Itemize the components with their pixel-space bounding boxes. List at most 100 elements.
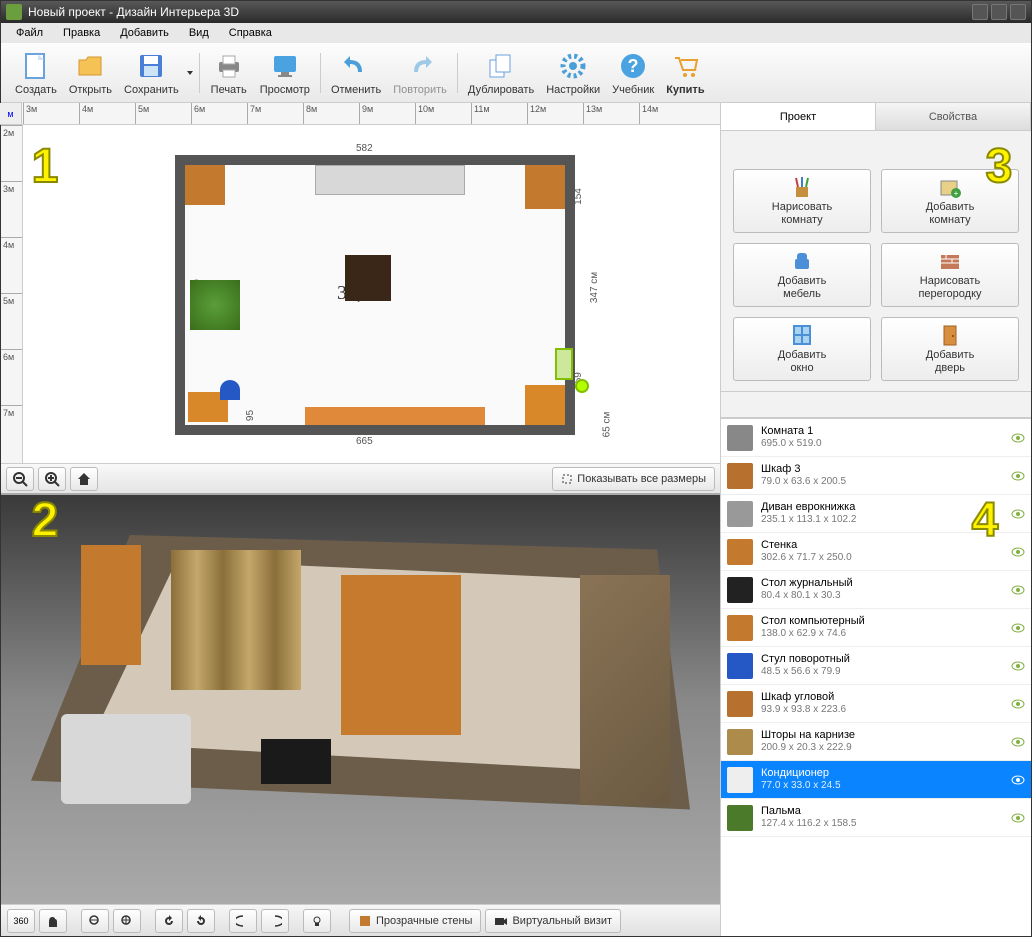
room-outline[interactable]: 582 347 см 32,52 665 154 159 65 см 489 9…: [175, 155, 575, 435]
item-name: Комната 1: [761, 425, 1011, 438]
visibility-eye-icon[interactable]: [1011, 813, 1025, 823]
furniture-corner-item[interactable]: [525, 385, 565, 425]
visibility-eye-icon[interactable]: [1011, 509, 1025, 519]
list-item[interactable]: Шторы на карнизе 200.9 x 20.3 x 222.9: [721, 723, 1031, 761]
visibility-eye-icon[interactable]: [1011, 775, 1025, 785]
tab-project[interactable]: Проект: [721, 103, 876, 130]
add-window-button[interactable]: Добавитьокно: [733, 317, 871, 381]
item-name: Пальма: [761, 805, 1011, 818]
camera-icon: [494, 914, 508, 928]
furniture-sofa[interactable]: [315, 165, 465, 195]
settings-button[interactable]: Настройки: [540, 48, 606, 98]
list-item[interactable]: Кондиционер 77.0 x 33.0 x 24.5: [721, 761, 1031, 799]
list-item[interactable]: Шкаф угловой 93.9 x 93.8 x 223.6: [721, 685, 1031, 723]
furniture-wardrobe[interactable]: [185, 165, 225, 205]
redo-button[interactable]: Повторить: [387, 48, 453, 98]
maximize-button[interactable]: [991, 4, 1007, 20]
tilt-up-button[interactable]: [261, 909, 289, 933]
hand-pan-button[interactable]: [39, 909, 67, 933]
plan-2d-area[interactable]: 2м3м4м5м6м7м 582 347 см 32,52 665 154 15…: [1, 125, 720, 463]
visibility-eye-icon[interactable]: [1011, 699, 1025, 709]
preview-button[interactable]: Просмотр: [254, 48, 316, 98]
visibility-eye-icon[interactable]: [1011, 661, 1025, 671]
create-button[interactable]: Создать: [9, 48, 63, 98]
item-thumb: [727, 615, 753, 641]
transparent-walls-toggle[interactable]: Прозрачные стены: [349, 909, 481, 933]
zoom-out-3d-button[interactable]: [81, 909, 109, 933]
duplicate-icon: [485, 50, 517, 82]
show-all-dims-button[interactable]: Показывать все размеры: [552, 467, 715, 491]
close-button[interactable]: [1010, 4, 1026, 20]
pencil-cup-icon: [790, 175, 814, 199]
item-name: Кондиционер: [761, 767, 1011, 780]
table-3d: [261, 739, 331, 784]
add-room-icon: +: [938, 175, 962, 199]
view-3d[interactable]: [1, 493, 720, 904]
list-item[interactable]: Стол журнальный 80.4 x 80.1 x 30.3: [721, 571, 1031, 609]
undo-icon: [340, 50, 372, 82]
print-button[interactable]: Печать: [204, 48, 254, 98]
dropdown-arrow-icon[interactable]: [185, 53, 195, 93]
selected-object-ac[interactable]: [555, 348, 573, 380]
visibility-eye-icon[interactable]: [1011, 433, 1025, 443]
list-item[interactable]: Пальма 127.4 x 116.2 x 158.5: [721, 799, 1031, 837]
draw-room-button[interactable]: Нарисоватькомнату: [733, 169, 871, 233]
tab-properties[interactable]: Свойства: [876, 103, 1031, 130]
minimize-button[interactable]: [972, 4, 988, 20]
open-button[interactable]: Открыть: [63, 48, 118, 98]
undo-button[interactable]: Отменить: [325, 48, 387, 98]
zoom-in-3d-button[interactable]: [113, 909, 141, 933]
list-item[interactable]: Шкаф 3 79.0 x 63.6 x 200.5: [721, 457, 1031, 495]
selection-handle[interactable]: [575, 379, 589, 393]
menu-view[interactable]: Вид: [179, 24, 219, 42]
annotation-badge-4: 4: [958, 492, 1012, 552]
add-furniture-button[interactable]: Добавитьмебель: [733, 243, 871, 307]
item-name: Стол компьютерный: [761, 615, 1011, 628]
dimension-right: 347 см: [589, 272, 600, 303]
menu-edit[interactable]: Правка: [53, 24, 110, 42]
furniture-wall-unit[interactable]: [305, 407, 485, 425]
buy-button[interactable]: Купить: [660, 48, 710, 98]
rotate-360-button[interactable]: 360: [7, 909, 35, 933]
item-name: Стул поворотный: [761, 653, 1011, 666]
tutorial-button[interactable]: ? Учебник: [606, 48, 660, 98]
item-dimensions: 200.9 x 20.3 x 222.9: [761, 742, 1011, 754]
furniture-coffee-table[interactable]: [345, 255, 391, 301]
visibility-eye-icon[interactable]: [1011, 737, 1025, 747]
item-name: Шкаф 3: [761, 463, 1011, 476]
folder-open-icon: [74, 50, 106, 82]
furniture-chair[interactable]: [220, 380, 240, 400]
printer-icon: [213, 50, 245, 82]
duplicate-button[interactable]: Дублировать: [462, 48, 540, 98]
visibility-eye-icon[interactable]: [1011, 585, 1025, 595]
save-button[interactable]: Сохранить: [118, 48, 185, 98]
list-item[interactable]: Стул поворотный 48.5 x 56.6 x 79.9: [721, 647, 1031, 685]
item-dimensions: 80.4 x 80.1 x 30.3: [761, 590, 1011, 602]
zoom-out-button[interactable]: [6, 467, 34, 491]
lighting-button[interactable]: [303, 909, 331, 933]
main-toolbar: Создать Открыть Сохранить Печать Просмот…: [1, 43, 1031, 103]
view3d-toolbar: 360 Прозрачные стены: [1, 904, 720, 936]
window-icon: [790, 323, 814, 347]
visibility-eye-icon[interactable]: [1011, 471, 1025, 481]
rotate-left-button[interactable]: [155, 909, 183, 933]
furniture-palm[interactable]: [190, 280, 240, 330]
add-door-button[interactable]: Добавитьдверь: [881, 317, 1019, 381]
list-item[interactable]: Комната 1 695.0 x 519.0: [721, 419, 1031, 457]
list-item[interactable]: Стол компьютерный 138.0 x 62.9 x 74.6: [721, 609, 1031, 647]
draw-partition-button[interactable]: Нарисоватьперегородку: [881, 243, 1019, 307]
menu-help[interactable]: Справка: [219, 24, 282, 42]
visibility-eye-icon[interactable]: [1011, 623, 1025, 633]
wardrobe-3d: [81, 545, 141, 665]
visibility-eye-icon[interactable]: [1011, 547, 1025, 557]
canvas-2d[interactable]: 582 347 см 32,52 665 154 159 65 см 489 9…: [23, 125, 720, 463]
virtual-visit-button[interactable]: Виртуальный визит: [485, 909, 621, 933]
zoom-in-button[interactable]: [38, 467, 66, 491]
furniture-corner-wardrobe[interactable]: [525, 165, 565, 209]
rotate-right-button[interactable]: [187, 909, 215, 933]
ruler-horizontal: м 3м4м5м6м7м8м9м10м11м12м13м14м: [1, 103, 720, 125]
tilt-down-button[interactable]: [229, 909, 257, 933]
home-button[interactable]: [70, 467, 98, 491]
menu-add[interactable]: Добавить: [110, 24, 179, 42]
menu-file[interactable]: Файл: [6, 24, 53, 42]
